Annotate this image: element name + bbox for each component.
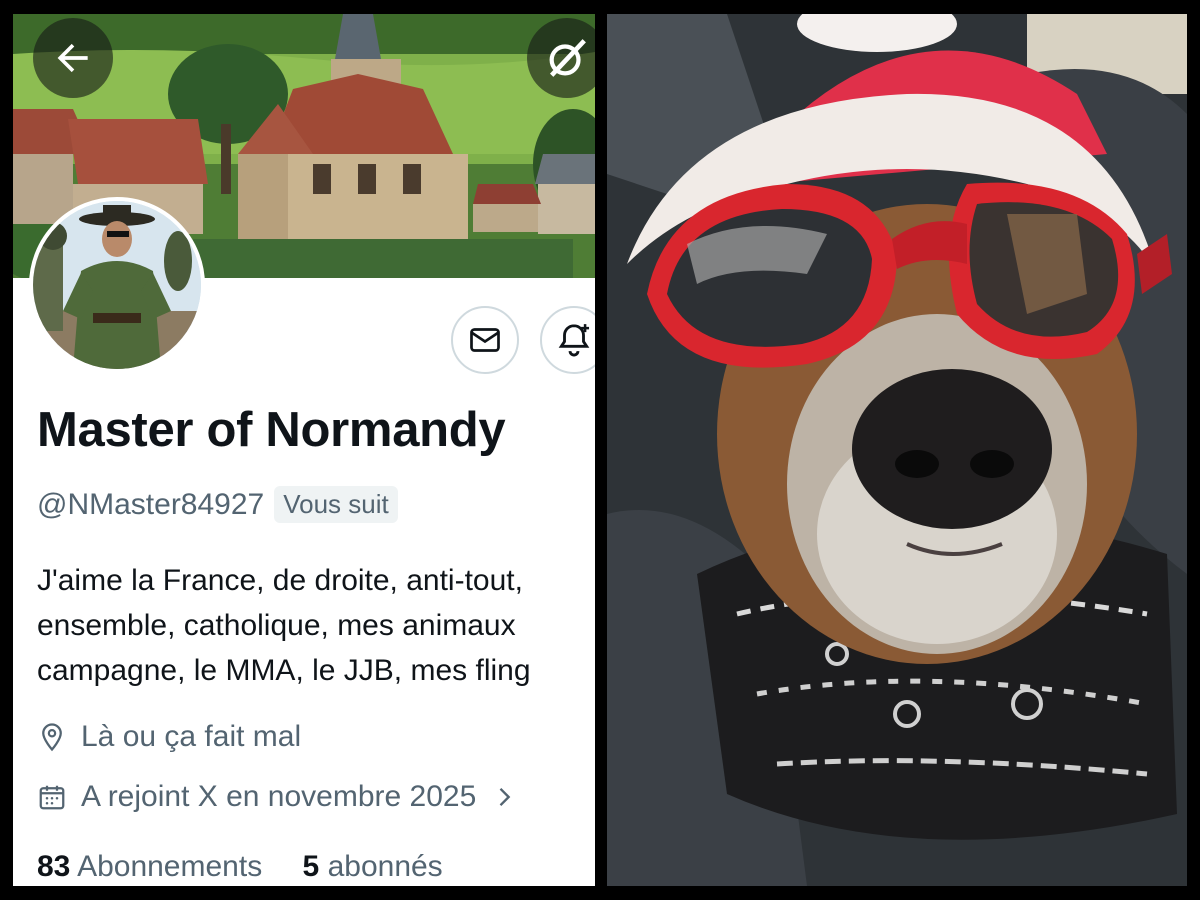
following-count: 83 [37, 850, 71, 883]
following-label: Abonnements [77, 850, 263, 883]
back-button[interactable] [33, 18, 113, 98]
grok-icon [549, 39, 586, 77]
location-row: Là ou ça fait mal [37, 720, 301, 754]
joined-text: A rejoint X en novembre 2025 [81, 780, 477, 813]
dog-photo-illustration [607, 14, 1187, 886]
following-link[interactable]: 83 Abonnements [37, 850, 262, 883]
arrow-left-icon [57, 43, 88, 73]
handle-row: @NMaster84927 Vous suit [37, 486, 398, 523]
map-pin-icon [42, 723, 62, 752]
stats-row: 83 Abonnements 5 abonnés [37, 850, 443, 884]
display-name: Master of Normandy [37, 403, 506, 457]
bio-line: ensemble, catholique, mes animaux [37, 609, 516, 642]
dog-photo [607, 14, 1187, 886]
calendar-icon [39, 785, 65, 810]
bio: J'aime la France, de droite, anti-tout, … [37, 558, 595, 693]
notifications-button[interactable] [540, 306, 595, 374]
followers-label: abonnés [327, 850, 443, 883]
handle: @NMaster84927 [37, 487, 265, 521]
avatar-image [33, 201, 201, 369]
followers-count: 5 [302, 850, 320, 883]
bio-line: campagne, le MMA, le JJB, mes fling [37, 654, 531, 687]
bell-plus-icon [558, 324, 590, 357]
envelope-icon [470, 328, 500, 352]
location-text: Là ou ça fait mal [81, 720, 302, 753]
chevron-right-icon [499, 788, 511, 806]
profile-panel: Master of Normandy @NMaster84927 Vous su… [13, 14, 595, 886]
bio-line: J'aime la France, de droite, anti-tout, [37, 564, 523, 597]
avatar[interactable] [29, 197, 205, 373]
joined-row[interactable]: A rejoint X en novembre 2025 [37, 780, 532, 814]
follows-you-badge: Vous suit [274, 486, 398, 523]
followers-link[interactable]: 5 abonnés [303, 850, 443, 883]
message-button[interactable] [451, 306, 519, 374]
